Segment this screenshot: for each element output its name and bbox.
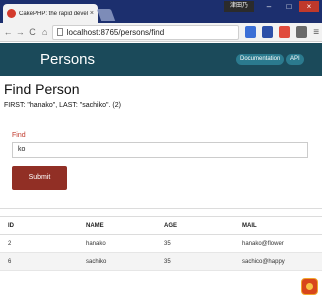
table-header-row: ID NAME AGE MAIL [0,216,322,235]
divider [0,208,322,209]
window-controls: – □ × [259,1,319,12]
browser-toolbar: ← → C ⌂ localhost:8765/persons/find ≡ [0,23,322,42]
app-header: Persons Documentation API [0,43,322,76]
browser-menu-icon[interactable]: ≡ [313,27,319,38]
extension-icon[interactable] [278,26,291,38]
api-link[interactable]: API [286,54,304,65]
cell-id: 2 [0,234,78,253]
url-text: localhost:8765/persons/find [66,27,165,37]
user-profile-badge[interactable]: 津田乃 [224,1,254,12]
find-input[interactable]: ko [12,142,308,158]
find-label: Find [12,132,26,139]
close-window-button[interactable]: × [299,1,319,12]
app-title: Persons [40,51,96,68]
documentation-link[interactable]: Documentation [236,54,285,65]
column-header-id: ID [0,216,78,235]
cell-mail: hanako@flower [234,234,322,253]
cell-name: hanako [78,234,156,253]
table-row: 6 sachiko 35 sachico@happy [0,252,322,271]
app-tray-icon[interactable] [301,278,318,295]
column-header-name: NAME [78,216,156,235]
extension-icon[interactable] [261,26,273,38]
cell-mail: sachico@happy [234,252,322,271]
cakephp-favicon-icon [7,9,16,18]
back-icon[interactable]: ← [3,27,13,37]
page-heading: Find Person [4,81,80,97]
tab-close-icon[interactable]: × [90,10,94,17]
page-icon [56,28,63,36]
persons-table: ID NAME AGE MAIL 2 hanako 35 hanako@flow… [0,216,322,271]
cell-id: 6 [0,252,78,271]
forward-icon[interactable]: → [15,27,25,37]
table-row: 2 hanako 35 hanako@flower [0,234,322,253]
cell-name: sachiko [78,252,156,271]
column-header-mail: MAIL [234,216,322,235]
reload-icon[interactable]: C [27,27,37,37]
search-summary: FIRST: "hanako", LAST: "sachiko". (2) [4,102,121,109]
submit-button[interactable]: Submit [12,166,67,190]
tab-title: CakePHP: the rapid devel [19,10,88,17]
browser-tab[interactable]: CakePHP: the rapid devel × [3,4,98,23]
cell-age: 35 [156,234,234,253]
cell-age: 35 [156,252,234,271]
extension-icon[interactable] [244,26,256,38]
address-bar[interactable]: localhost:8765/persons/find [51,24,239,40]
minimize-button[interactable]: – [259,1,279,12]
column-header-age: AGE [156,216,234,235]
maximize-button[interactable]: □ [279,1,299,12]
new-tab-button[interactable] [96,9,116,21]
extension-icon[interactable] [296,26,308,38]
window-titlebar: CakePHP: the rapid devel × 津田乃 – □ × [0,0,322,23]
home-icon[interactable]: ⌂ [40,27,50,37]
